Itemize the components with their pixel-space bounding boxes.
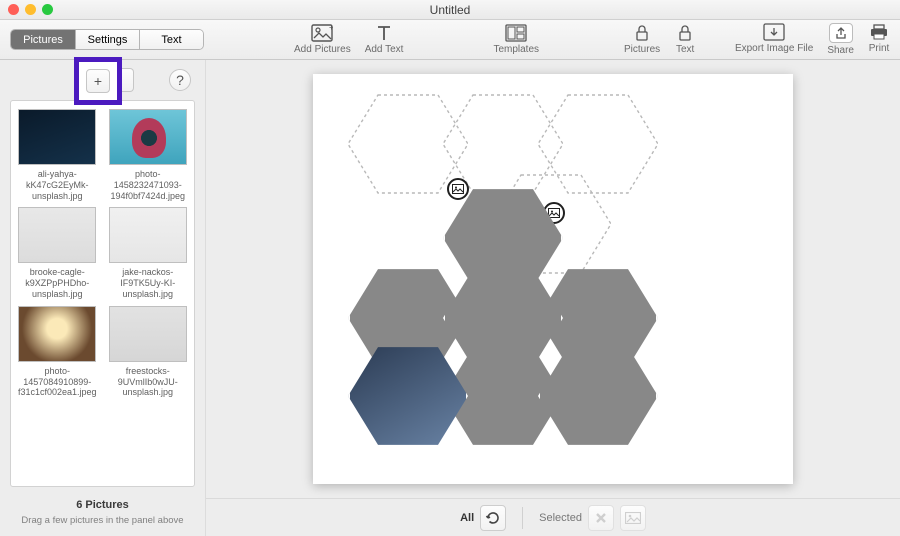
toolbar-group-lock: Pictures Text bbox=[624, 24, 696, 55]
delete-selected-button[interactable] bbox=[588, 505, 614, 531]
thumbnail-item[interactable]: photo-1457084910899-f31c1cf002ea1.jpeg bbox=[17, 306, 98, 398]
collage-page[interactable] bbox=[313, 74, 793, 484]
add-pictures-button[interactable]: + Add Pictures bbox=[294, 24, 351, 55]
main-area: + ? ali-yahya-kK47cG2EyMk-unsplash.jpg p… bbox=[0, 60, 900, 536]
refresh-icon bbox=[485, 510, 501, 526]
export-icon bbox=[763, 23, 785, 41]
toolbar-group-right: Export Image File Share Print bbox=[735, 23, 890, 56]
thumbnail-caption: freestocks-9UVmlIb0wJU-unsplash.jpg bbox=[108, 366, 189, 398]
toolbar-group-add: + Add Pictures Add Text bbox=[294, 24, 403, 55]
tab-text[interactable]: Text bbox=[139, 30, 203, 49]
view-segmented-control: Pictures Settings Text bbox=[10, 29, 204, 50]
thumbnail-item[interactable]: freestocks-9UVmlIb0wJU-unsplash.jpg bbox=[108, 306, 189, 398]
image-drop-icon bbox=[447, 178, 469, 200]
print-button[interactable]: Print bbox=[868, 23, 890, 54]
thumbnail-item[interactable]: photo-1458232471093-194f0bf7424d.jpeg bbox=[108, 109, 189, 201]
export-button[interactable]: Export Image File bbox=[735, 23, 813, 54]
filled-hex[interactable] bbox=[348, 344, 468, 448]
group-all: All bbox=[460, 505, 506, 531]
add-picture-highlight: + bbox=[74, 57, 122, 105]
toolbar: Pictures Settings Text + Add Pictures Ad… bbox=[0, 20, 900, 60]
window-title: Untitled bbox=[0, 3, 900, 17]
lock-pictures-button[interactable]: Pictures bbox=[624, 24, 660, 55]
thumbnail-image bbox=[109, 207, 187, 263]
pictures-panel: ali-yahya-kK47cG2EyMk-unsplash.jpg photo… bbox=[10, 100, 195, 487]
thumbnail-item[interactable]: jake-nackos-IF9TK5Uy-KI-unsplash.jpg bbox=[108, 207, 189, 299]
templates-icon bbox=[505, 24, 527, 42]
thumbnail-caption: ali-yahya-kK47cG2EyMk-unsplash.jpg bbox=[17, 169, 98, 201]
text-icon bbox=[373, 24, 395, 42]
picture-count: 6 Pictures bbox=[8, 499, 197, 511]
sidebar-footer: 6 Pictures Drag a few pictures in the pa… bbox=[0, 493, 205, 536]
lock-icon bbox=[674, 24, 696, 42]
sidebar-hint: Drag a few pictures in the panel above bbox=[8, 515, 197, 526]
thumbnail-image bbox=[109, 306, 187, 362]
thumbnail-image bbox=[109, 109, 187, 165]
page-area bbox=[206, 60, 900, 498]
thumbnail-image bbox=[18, 306, 96, 362]
sidebar-controls: + ? bbox=[0, 60, 205, 100]
image-plus-icon: + bbox=[311, 24, 333, 42]
tab-pictures[interactable]: Pictures bbox=[11, 30, 75, 49]
thumbnail-image bbox=[18, 109, 96, 165]
separator bbox=[522, 507, 523, 529]
print-icon bbox=[868, 23, 890, 41]
add-picture-button[interactable]: + bbox=[86, 69, 110, 93]
image-icon bbox=[625, 512, 641, 524]
thumbnail-caption: jake-nackos-IF9TK5Uy-KI-unsplash.jpg bbox=[108, 267, 189, 299]
canvas-area: All Selected bbox=[206, 60, 900, 536]
replace-selected-button[interactable] bbox=[620, 505, 646, 531]
templates-button[interactable]: Templates bbox=[493, 24, 539, 55]
close-icon bbox=[594, 511, 608, 525]
thumbnail-caption: photo-1458232471093-194f0bf7424d.jpeg bbox=[108, 169, 189, 201]
lock-icon bbox=[631, 24, 653, 42]
lock-text-button[interactable]: Text bbox=[674, 24, 696, 55]
share-button[interactable]: Share bbox=[827, 23, 854, 56]
thumbnail-image bbox=[18, 207, 96, 263]
filled-hex[interactable] bbox=[538, 344, 658, 448]
remove-picture-button[interactable] bbox=[122, 68, 134, 92]
toolbar-group-templates: Templates bbox=[493, 24, 539, 55]
thumbnail-item[interactable]: brooke-cagle-k9XZPpPHDho-unsplash.jpg bbox=[17, 207, 98, 299]
thumbnail-caption: photo-1457084910899-f31c1cf002ea1.jpeg bbox=[17, 366, 98, 398]
share-icon bbox=[829, 23, 853, 43]
add-text-button[interactable]: Add Text bbox=[365, 24, 404, 55]
svg-text:+: + bbox=[329, 24, 333, 32]
sidebar: + ? ali-yahya-kK47cG2EyMk-unsplash.jpg p… bbox=[0, 60, 206, 536]
label-selected: Selected bbox=[539, 512, 582, 524]
thumbnail-caption: brooke-cagle-k9XZPpPHDho-unsplash.jpg bbox=[17, 267, 98, 299]
title-bar: Untitled bbox=[0, 0, 900, 20]
bottom-toolbar: All Selected bbox=[206, 498, 900, 536]
group-selected: Selected bbox=[539, 505, 646, 531]
label-all: All bbox=[460, 512, 474, 524]
refresh-all-button[interactable] bbox=[480, 505, 506, 531]
thumbnail-item[interactable]: ali-yahya-kK47cG2EyMk-unsplash.jpg bbox=[17, 109, 98, 201]
filled-hex[interactable] bbox=[443, 266, 563, 370]
help-button[interactable]: ? bbox=[169, 69, 191, 91]
tab-settings[interactable]: Settings bbox=[75, 30, 139, 49]
